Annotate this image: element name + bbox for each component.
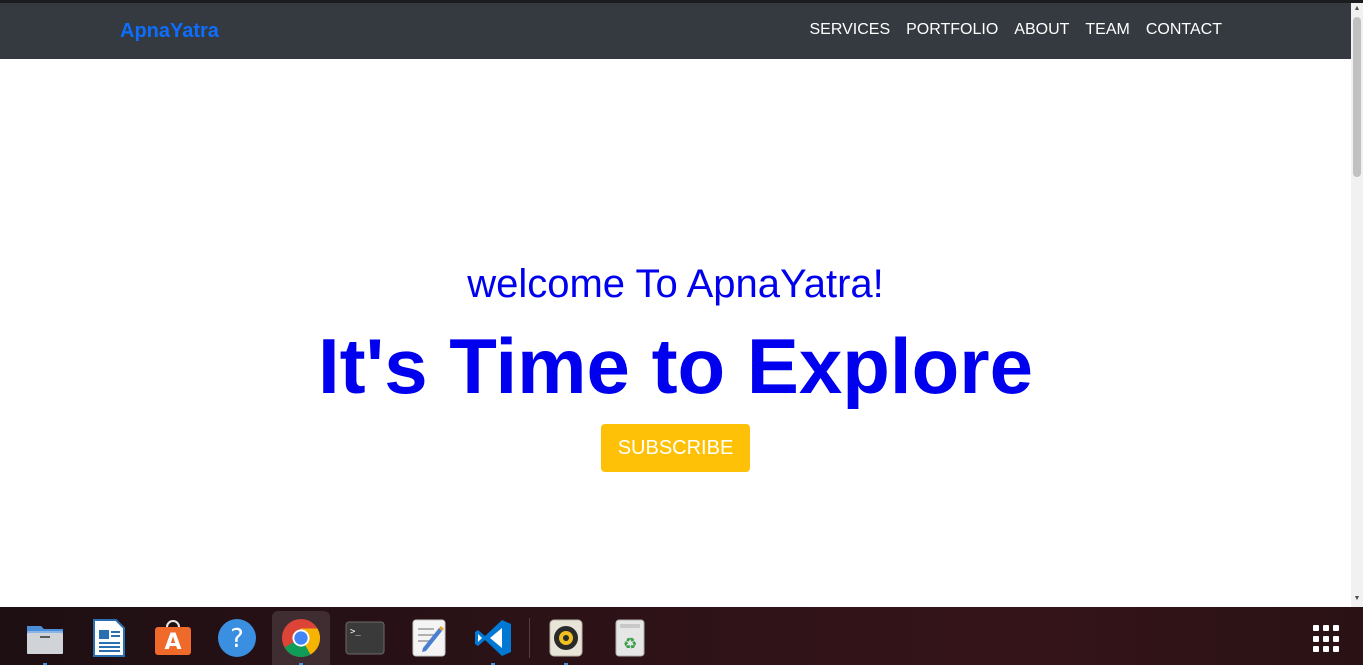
hero-title: It's Time to Explore (318, 322, 1033, 410)
svg-text:>_: >_ (350, 627, 361, 637)
nav-links: SERVICES PORTFOLIO ABOUT TEAM CONTACT (801, 20, 1222, 40)
hero-section: welcome To ApnaYatra! It's Time to Explo… (0, 59, 1351, 607)
navbar: ApnaYatra SERVICES PORTFOLIO ABOUT TEAM … (0, 3, 1351, 59)
nav-link-services[interactable]: SERVICES (801, 20, 898, 40)
trash-icon: ♻ (610, 618, 650, 658)
terminal-icon: >_ (345, 618, 385, 658)
svg-text:♻: ♻ (623, 634, 637, 653)
scroll-thumb[interactable] (1353, 17, 1361, 177)
text-editor-icon (409, 618, 449, 658)
dock-item-app-store[interactable]: A (145, 611, 201, 665)
dock-item-chrome[interactable] (272, 611, 330, 665)
subscribe-button[interactable]: SUBSCRIBE (601, 424, 750, 472)
nav-link-team[interactable]: TEAM (1077, 20, 1137, 40)
hero-subtitle: welcome To ApnaYatra! (467, 262, 884, 306)
dock-item-files[interactable] (17, 611, 73, 665)
vscode-icon (473, 618, 513, 658)
dock-item-text-editor[interactable] (401, 611, 457, 665)
dock-item-rhythmbox[interactable] (538, 611, 594, 665)
dock-item-trash[interactable]: ♻ (602, 611, 658, 665)
taskbar (0, 607, 1363, 665)
dock-separator (529, 618, 530, 658)
scroll-down-arrow-icon[interactable]: ▼ (1351, 593, 1363, 605)
files-icon (25, 618, 65, 658)
rhythmbox-icon (546, 618, 586, 658)
help-icon: ? (217, 618, 257, 658)
brand-link[interactable]: ApnaYatra (120, 19, 219, 43)
nav-link-about[interactable]: ABOUT (1006, 20, 1077, 40)
dock-item-help[interactable]: ? (209, 611, 265, 665)
nav-link-portfolio[interactable]: PORTFOLIO (898, 20, 1006, 40)
page-scrollbar[interactable]: ▲ ▼ (1351, 3, 1363, 607)
scroll-up-arrow-icon[interactable]: ▲ (1351, 3, 1363, 15)
show-applications-icon[interactable] (1313, 625, 1341, 653)
svg-text:A: A (164, 630, 181, 655)
svg-text:?: ? (230, 624, 244, 654)
chrome-icon (281, 618, 321, 658)
libreoffice-writer-icon (89, 618, 129, 658)
nav-link-contact[interactable]: CONTACT (1138, 20, 1222, 40)
app-store-icon: A (153, 618, 193, 658)
dock-item-writer[interactable] (81, 611, 137, 665)
dock-item-vscode[interactable] (465, 611, 521, 665)
dock-item-terminal[interactable]: >_ (337, 611, 393, 665)
